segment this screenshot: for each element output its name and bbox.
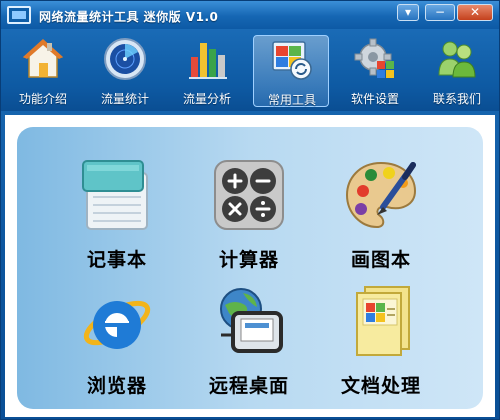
tool-browser[interactable]: 浏览器 [57,283,177,413]
radar-icon [104,38,146,80]
toolbar-item-label: 功能介绍 [18,92,67,106]
bar-chart-icon [189,43,227,79]
remote-desktop-icon [220,288,283,353]
tool-calculator[interactable]: 计算器 [189,157,309,287]
tools-window-icon [272,41,312,80]
toolbar-item-label: 流量统计 [100,92,149,106]
tool-paint[interactable]: 画图本 [321,157,441,287]
toolbar-item-label: 常用工具 [267,93,316,107]
toolbar-item-contact[interactable]: 联系我们 [419,35,495,107]
users-icon [438,41,476,78]
menu-button[interactable]: ▾ [397,4,419,21]
toolbar-item-label: 联系我们 [432,92,481,106]
toolbar-item-intro[interactable]: 功能介绍 [5,35,81,107]
toolbar-item-analysis[interactable]: 流量分析 [169,35,245,107]
tool-document[interactable]: 文档处理 [321,283,441,413]
tools-panel: 记事本 计算器 画图本 浏览器 远程桌面 文档处理 [17,127,483,409]
notepad-icon [82,160,148,230]
tool-label: 画图本 [350,249,411,271]
app-window: 网络流量统计工具 迷你版 V1.0 ▾ − ✕ 功能介绍 流量统计 流量分析 常… [0,0,500,420]
toolbar-item-stats[interactable]: 流量统计 [87,35,163,107]
tool-label: 记事本 [86,249,147,271]
tool-label: 文档处理 [340,375,421,397]
gear-icon [354,38,394,78]
minimize-button[interactable]: − [425,4,455,21]
calculator-icon [214,160,284,230]
title-bar[interactable]: 网络流量统计工具 迷你版 V1.0 ▾ − ✕ [1,1,499,29]
office-document-icon [356,286,410,356]
main-toolbar: 功能介绍 流量统计 流量分析 常用工具 软件设置 联系我们 [1,29,499,111]
tool-label: 浏览器 [86,375,147,397]
window-title: 网络流量统计工具 迷你版 V1.0 [39,10,219,24]
close-button[interactable]: ✕ [457,4,493,21]
toolbar-item-label: 软件设置 [350,92,399,106]
tool-label: 计算器 [218,249,279,271]
tool-label: 远程桌面 [208,375,289,397]
toolbar-item-label: 流量分析 [182,92,231,106]
toolbar-item-tools[interactable]: 常用工具 [253,35,329,107]
home-icon [23,39,63,78]
tool-notepad[interactable]: 记事本 [57,157,177,287]
toolbar-item-settings[interactable]: 软件设置 [337,35,413,107]
app-logo-icon [7,6,31,24]
tool-remote-desktop[interactable]: 远程桌面 [189,283,309,413]
paint-palette-icon [345,161,417,229]
browser-ie-icon [83,300,151,349]
content-area: 记事本 计算器 画图本 浏览器 远程桌面 文档处理 [5,115,495,417]
